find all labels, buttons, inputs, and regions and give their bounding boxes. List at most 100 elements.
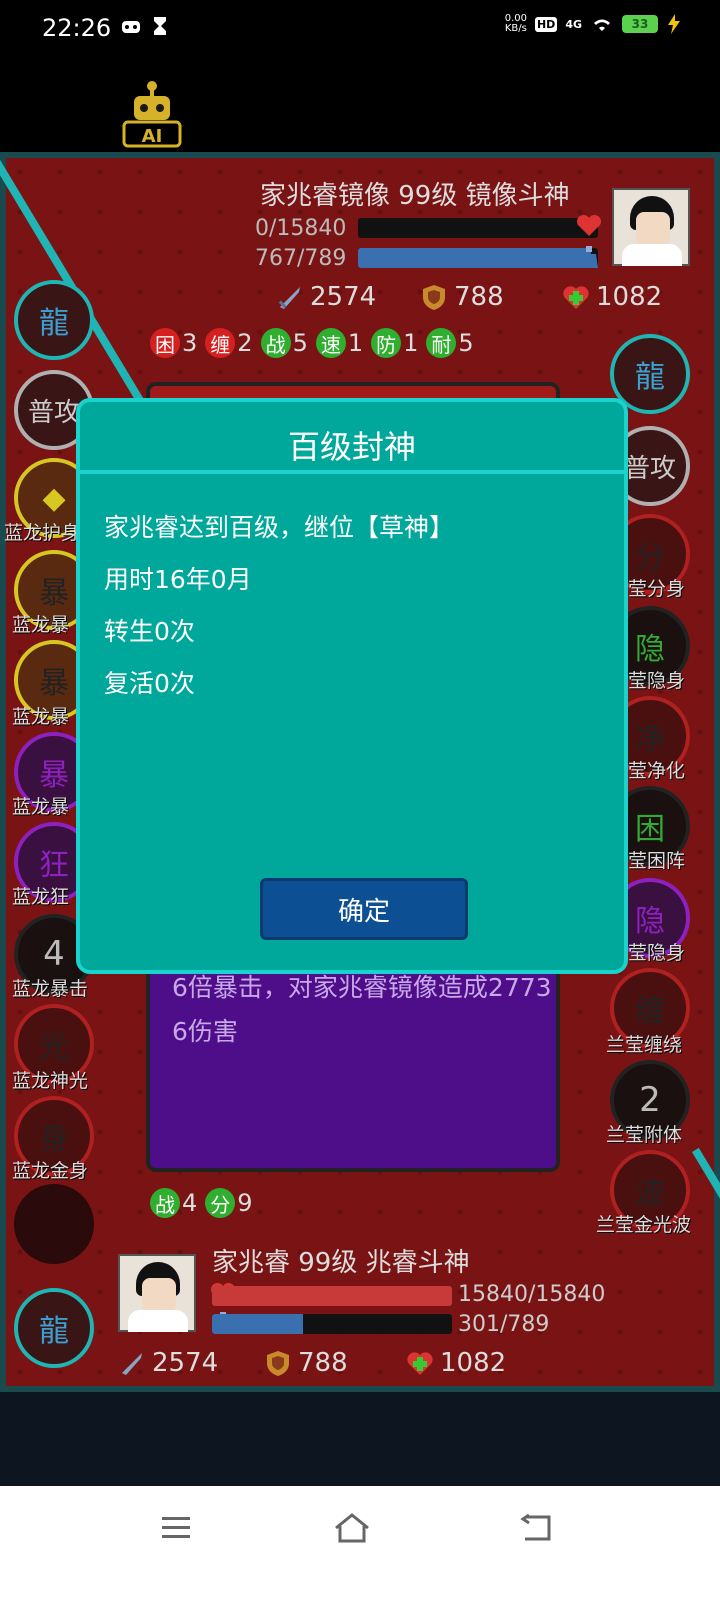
system-indicators: 0.00 KB/s HD 4G 33 [505, 14, 682, 34]
dialog-line-time: 用时16年0月 [104, 565, 252, 594]
player-heal: 1082 [406, 1348, 506, 1378]
level-up-dialog: 百级封神 家兆睿达到百级，继位【草神】 用时16年0月 转生0次 复活0次 确定 [76, 398, 628, 974]
net-speed: 0.00 KB/s [504, 13, 527, 34]
home-button[interactable] [322, 1508, 382, 1548]
enemy-attack: 2574 [276, 282, 376, 312]
player-defense: 788 [264, 1348, 348, 1378]
shield-icon [423, 285, 445, 310]
skill-label: 莹净化 [628, 760, 686, 782]
player-avatar [118, 1254, 196, 1332]
enemy-heal: 1082 [562, 282, 662, 312]
status-effect-tag: 速1 [315, 328, 364, 358]
signal-icon: 4G [565, 17, 582, 31]
status-effect-tag: 耐5 [426, 328, 474, 358]
wifi-icon [594, 19, 610, 31]
status-effect-count: 1 [403, 329, 419, 357]
player-name: 家兆睿 99级 兆睿斗神 [212, 1248, 470, 1278]
skill-label: 蓝龙神光 [12, 1070, 89, 1092]
blue-dragon-skill-icon[interactable]: 龍 [14, 280, 94, 360]
back-button[interactable] [506, 1508, 566, 1548]
clock: 22:26 [42, 14, 112, 42]
skill-label: 蓝龙暴 [12, 614, 70, 636]
player-dragon-skill-icon[interactable]: 龍 [14, 1288, 94, 1368]
battery-icon: 33 [622, 15, 658, 33]
player-mp-text: 301/789 [458, 1312, 550, 1337]
skill-label: 莹隐身 [628, 942, 686, 964]
confirm-button[interactable]: 确定 [260, 878, 468, 940]
skill-label: 蓝龙护身 [4, 522, 81, 544]
skill-label: 蓝龙暴 [12, 796, 70, 818]
sword-icon [278, 287, 300, 309]
heal-cross-icon [407, 1352, 433, 1375]
menu-button[interactable] [146, 1508, 206, 1548]
skill-label: 莹隐身 [628, 670, 686, 692]
skill-label: 兰莹金光波 [596, 1214, 692, 1236]
status-effect-icon: 分 [205, 1188, 236, 1218]
status-effect-tag: 分9 [205, 1188, 253, 1218]
status-effect-icon: 战 [150, 1188, 180, 1218]
ai-auto-button[interactable]: AI [122, 80, 182, 150]
enemy-defense: 788 [420, 282, 504, 312]
enemy-name: 家兆睿镜像 99级 镜像斗神 [260, 181, 570, 211]
home-icon [335, 1513, 369, 1543]
dialog-title: 百级封神 [287, 428, 416, 466]
dialog-line-revive: 复活0次 [104, 669, 195, 698]
screen: 22:26 0.00 KB/s HD 4G 33 AI 家兆睿镜像 99级 镜像… [0, 0, 720, 1605]
potion-icon [580, 246, 598, 268]
skill-label: 蓝龙暴 [12, 706, 70, 728]
status-effect-tag: 战5 [260, 328, 308, 358]
status-effect-icon: 耐 [426, 328, 457, 358]
hourglass-icon [154, 17, 166, 35]
charging-icon [668, 14, 680, 34]
game-controller-icon [122, 21, 140, 33]
status-effect-tag: 防1 [371, 328, 418, 358]
skill-label: 兰莹附体 [606, 1124, 683, 1146]
heal-cross-icon [563, 286, 589, 309]
dialog-line-succession: 家兆睿达到百级，继位【草神】 [104, 513, 455, 542]
enemy-mp-text: 767/789 [255, 246, 347, 271]
battle-log-text: 6倍暴击，对家兆睿镜像造成27736伤害 [172, 973, 552, 1046]
ai-label: AI [141, 126, 163, 147]
status-effect-count: 4 [182, 1189, 198, 1217]
status-effect-tag: 困3 [150, 328, 197, 358]
status-effect-count: 5 [458, 329, 474, 357]
status-effect-tag: 缠2 [205, 328, 253, 358]
system-nav-bar [0, 1486, 720, 1605]
status-effect-icon: 战 [260, 328, 291, 358]
player-status-effects: 战4分9 [150, 1188, 253, 1218]
status-effect-count: 1 [347, 329, 364, 357]
skill-label: 蓝龙狂 [12, 886, 70, 908]
enemy-hp-bar [358, 218, 598, 238]
hd-icon: HD [534, 16, 558, 32]
status-bar: 22:26 0.00 KB/s HD 4G 33 [0, 0, 720, 58]
status-effect-icon: 缠 [205, 328, 236, 358]
enemy-status-effects: 困3缠2战5速1防1耐5 [150, 328, 474, 358]
skill-label: 兰莹缠绕 [606, 1034, 683, 1056]
skill-label: 蓝龙暴击 [12, 978, 89, 1000]
player-hp-bar [212, 1286, 452, 1306]
status-effect-icon: 困 [150, 328, 180, 358]
skill-label: 莹困阵 [628, 850, 686, 872]
status-effect-icon: 防 [371, 328, 402, 358]
status-effect-count: 2 [237, 329, 253, 357]
status-effect-tag: 战4 [150, 1188, 197, 1218]
heart-icon [576, 214, 602, 236]
back-icon [520, 1513, 551, 1541]
menu-icon [162, 1517, 190, 1538]
status-effect-count: 9 [237, 1189, 253, 1217]
player-mp-bar [212, 1314, 452, 1334]
status-effect-count: 5 [292, 329, 308, 357]
skill-label: 蓝龙金身 [12, 1160, 89, 1182]
status-effect-count: 3 [182, 329, 198, 357]
player-attack: 2574 [118, 1348, 218, 1378]
notification-icons [120, 15, 168, 37]
empty-skill-slot [14, 1184, 94, 1264]
sword-icon [122, 1353, 142, 1375]
status-effect-icon: 速 [315, 328, 346, 358]
enemy-mp-bar [358, 248, 598, 268]
enemy-avatar [612, 188, 690, 266]
player-hp-text: 15840/15840 [458, 1282, 606, 1307]
enemy-hp-text: 0/15840 [255, 216, 347, 241]
shield-icon [267, 1351, 289, 1376]
skill-label: 莹分身 [628, 578, 686, 600]
